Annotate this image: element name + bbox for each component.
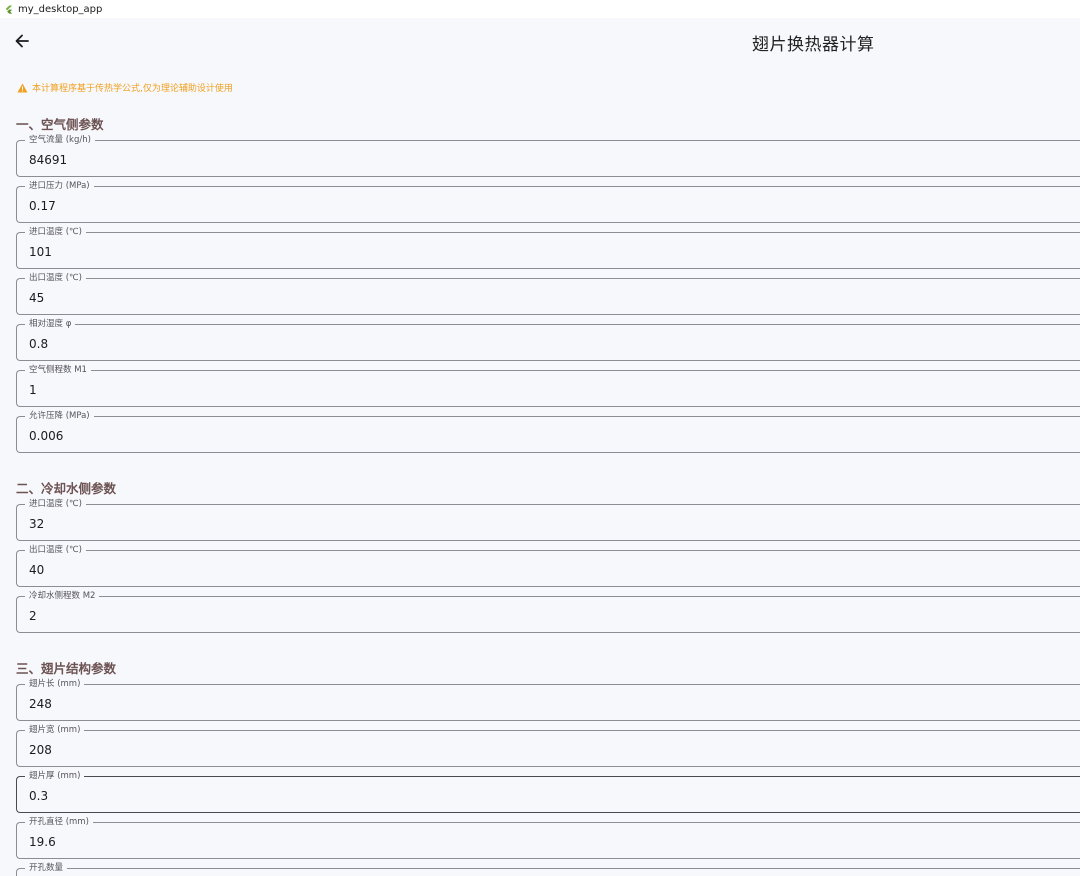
section-title-water-side: 二、冷却水侧参数 [16,481,117,496]
hole-count-field[interactable]: 开孔数量 [16,863,1080,876]
allowed-pressure-drop-field[interactable]: 允许压降 (MPa) 0.006 [16,411,1080,453]
field-label: 开孔数量 [25,863,68,874]
app-bar: 翅片换热器计算 [0,18,1080,64]
disclaimer-notice: 本计算程序基于传热学公式,仅为理论辅助设计使用 [17,81,233,94]
section-title-air-side: 一、空气侧参数 [16,117,104,132]
field-value[interactable]: 0.8 [29,337,48,351]
field-value[interactable]: 84691 [29,153,67,167]
air-side-passes-field[interactable]: 空气侧程数 M1 1 [16,365,1080,407]
field-value[interactable]: 1 [29,383,37,397]
form-scroll-area[interactable]: 本计算程序基于传热学公式,仅为理论辅助设计使用 一、空气侧参数 空气流量 (kg… [0,64,1080,876]
field-label: 允许压降 (MPa) [25,411,94,422]
field-label: 翅片宽 (mm) [25,725,85,736]
flutter-icon [4,5,13,14]
arrow-left-icon [15,34,29,48]
relative-humidity-field[interactable]: 相对湿度 φ 0.8 [16,319,1080,361]
field-value[interactable]: 0.3 [29,789,48,803]
field-label: 空气流量 (kg/h) [25,135,95,146]
field-value[interactable]: 2 [29,609,37,623]
air-inlet-temperature-field[interactable]: 进口温度 (℃) 101 [16,227,1080,269]
fin-thickness-field[interactable]: 翅片厚 (mm) 0.3 [16,771,1080,813]
field-value[interactable]: 19.6 [29,835,56,849]
field-label: 出口温度 (℃) [25,545,86,556]
field-label: 翅片长 (mm) [25,679,85,690]
field-label: 进口温度 (℃) [25,227,86,238]
field-value[interactable]: 0.17 [29,199,56,213]
field-label: 开孔直径 (mm) [25,817,93,828]
field-label: 翅片厚 (mm) [25,771,85,782]
field-label: 相对湿度 φ [25,319,76,330]
inlet-pressure-field[interactable]: 进口压力 (MPa) 0.17 [16,181,1080,223]
disclaimer-text: 本计算程序基于传热学公式,仅为理论辅助设计使用 [32,84,233,94]
water-inlet-temperature-field[interactable]: 进口温度 (℃) 32 [16,499,1080,541]
water-outlet-temperature-field[interactable]: 出口温度 (℃) 40 [16,545,1080,587]
air-outlet-temperature-field[interactable]: 出口温度 (℃) 45 [16,273,1080,315]
field-value[interactable]: 208 [29,743,52,757]
field-value[interactable]: 248 [29,697,52,711]
field-value[interactable]: 45 [29,291,44,305]
field-label: 出口温度 (℃) [25,273,86,284]
page-title: 翅片换热器计算 [752,35,875,55]
window-titlebar: my_desktop_app [0,0,1080,18]
air-flow-field[interactable]: 空气流量 (kg/h) 84691 [16,135,1080,177]
window-title: my_desktop_app [18,3,103,15]
hole-diameter-field[interactable]: 开孔直径 (mm) 19.6 [16,817,1080,859]
fin-width-field[interactable]: 翅片宽 (mm) 208 [16,725,1080,767]
field-label: 进口温度 (℃) [25,499,86,510]
field-value[interactable]: 0.006 [29,429,63,443]
warning-triangle-icon [17,83,28,92]
field-value[interactable]: 101 [29,245,52,259]
section-title-fin-structure: 三、翅片结构参数 [16,661,117,676]
field-value[interactable]: 40 [29,563,44,577]
field-label: 冷却水侧程数 M2 [25,591,100,602]
water-side-passes-field[interactable]: 冷却水侧程数 M2 2 [16,591,1080,633]
field-label: 空气侧程数 M1 [25,365,91,376]
field-label: 进口压力 (MPa) [25,181,94,192]
fin-length-field[interactable]: 翅片长 (mm) 248 [16,679,1080,721]
back-button[interactable] [10,29,34,53]
field-value[interactable]: 32 [29,517,44,531]
